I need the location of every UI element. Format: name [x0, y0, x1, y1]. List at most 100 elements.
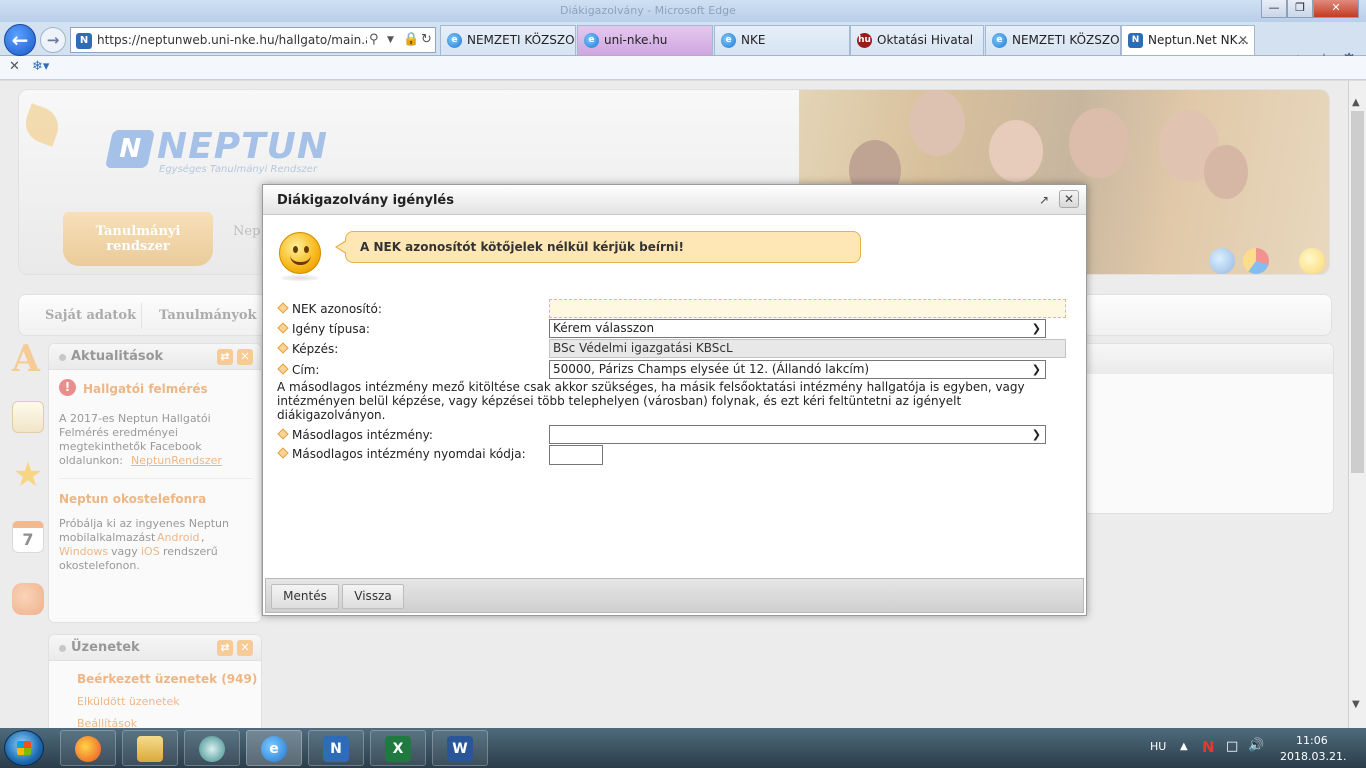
close-dialog-icon[interactable]: ✕: [1059, 190, 1079, 208]
search-icon[interactable]: ⚲: [369, 32, 379, 47]
taskbar-ie[interactable]: e: [246, 730, 302, 766]
address-label: Cím:: [277, 363, 319, 377]
secondary-institution-select[interactable]: ❯: [549, 425, 1046, 444]
page-scrollbar[interactable]: ▲ ▼: [1348, 81, 1366, 728]
refresh-icon[interactable]: ↻: [421, 32, 432, 47]
hu-icon: hu: [857, 33, 872, 48]
chevron-down-icon: ❯: [1031, 322, 1041, 335]
show-hidden-icons-icon[interactable]: ▲: [1180, 741, 1188, 752]
ie-icon: e: [584, 33, 599, 48]
site-favicon: N: [76, 33, 92, 49]
back-button[interactable]: Vissza: [342, 584, 404, 609]
save-button[interactable]: Mentés: [271, 584, 339, 609]
info-bubble: A NEK azonosítót kötőjelek nélkül kérjük…: [335, 231, 861, 263]
taskbar-word[interactable]: W: [432, 730, 488, 766]
address-select[interactable]: 50000, Párizs Champs elysée út 12. (Álla…: [549, 360, 1046, 379]
close-window-button[interactable]: ✕: [1313, 0, 1359, 18]
dialog-header: Diákigazolvány igénylés ↗ ✕: [263, 185, 1086, 215]
request-type-label: Igény típusa:: [277, 322, 370, 336]
secondary-institution-label: Másodlagos intézmény:: [277, 428, 433, 442]
volume-icon[interactable]: 🔊: [1248, 738, 1264, 753]
browser-tab[interactable]: e NKE: [714, 25, 850, 55]
browser-tab[interactable]: e uni-nke.hu: [577, 25, 713, 55]
browser-tab[interactable]: e NEMZETI KÖZSZO...: [985, 25, 1121, 55]
ie-icon: e: [447, 33, 462, 48]
student-id-dialog: Diákigazolvány igénylés ↗ ✕ A NEK azonos…: [262, 184, 1087, 616]
language-indicator[interactable]: HU: [1150, 740, 1166, 753]
training-label: Képzés:: [277, 342, 338, 356]
training-value: BSc Védelmi igazgatási KBScL: [549, 339, 1066, 358]
window-title: Diákigazolvány - Microsoft Edge: [560, 4, 736, 17]
close-tab-icon[interactable]: ✕: [1238, 26, 1248, 54]
taskbar-firefox[interactable]: [60, 730, 116, 766]
browser-tab[interactable]: hu Oktatási Hivatal: [850, 25, 984, 55]
nek-label: NEK azonosító:: [277, 302, 382, 316]
dropdown-icon[interactable]: ▼: [387, 35, 394, 45]
neptun-icon: N: [323, 736, 349, 762]
browser-tab[interactable]: e NEMZETI KÖZSZO...: [440, 25, 576, 55]
chevron-down-icon: ❯: [1031, 428, 1041, 441]
page-viewport: N NEPTUN Egységes Tanulmányi Rendszer Ta…: [0, 81, 1348, 728]
word-icon: W: [447, 736, 473, 762]
diamond-bullet-icon: [277, 447, 289, 459]
diamond-bullet-icon: [277, 342, 289, 354]
close-bar-icon[interactable]: ✕: [9, 59, 20, 74]
browser-tab-active[interactable]: N Neptun.Net NK... ✕: [1121, 25, 1255, 55]
neptun-icon: N: [1128, 33, 1143, 48]
app-icon: [199, 736, 225, 762]
scroll-down-icon[interactable]: ▼: [1352, 699, 1360, 710]
command-bar: ✕ ❄▾: [0, 56, 1366, 80]
ie-icon: e: [261, 736, 287, 762]
start-button[interactable]: [4, 730, 44, 766]
window-titlebar: Diákigazolvány - Microsoft Edge — ❐ ✕: [0, 0, 1366, 22]
smiley-icon: [279, 232, 321, 274]
tab-label: NEMZETI KÖZSZO...: [467, 33, 576, 47]
system-tray: HU ▲ N □ 🔊 11:06 2018.03.21.: [1140, 728, 1366, 768]
folder-icon: [137, 736, 163, 762]
nek-id-input[interactable]: [549, 299, 1066, 318]
windows-taskbar: e N X W HU ▲ N □ 🔊 11:06 2018.03.21.: [0, 728, 1366, 768]
diamond-bullet-icon: [277, 363, 289, 375]
minimize-button[interactable]: —: [1261, 0, 1287, 18]
tab-label: uni-nke.hu: [604, 33, 668, 47]
print-code-input[interactable]: [549, 445, 603, 465]
dialog-footer: Mentés Vissza: [265, 578, 1084, 613]
forward-button[interactable]: →: [40, 27, 66, 53]
browser-toolbar: ← → N https://neptunweb.uni-nke.hu/hallg…: [0, 22, 1366, 71]
ie-icon: e: [992, 33, 1007, 48]
scroll-up-icon[interactable]: ▲: [1352, 97, 1360, 108]
tab-label: NEMZETI KÖZSZO...: [1012, 33, 1121, 47]
clock-date[interactable]: 2018.03.21.: [1280, 750, 1346, 763]
n-app-icon[interactable]: N: [1202, 738, 1215, 756]
address-url[interactable]: https://neptunweb.uni-nke.hu/hallgato/ma…: [97, 33, 367, 47]
scrollbar-thumb[interactable]: [1351, 111, 1364, 473]
request-type-select[interactable]: Kérem válasszon ❯: [549, 319, 1046, 338]
taskbar-explorer[interactable]: [122, 730, 178, 766]
diamond-bullet-icon: [277, 428, 289, 440]
clock-time[interactable]: 11:06: [1296, 734, 1328, 747]
popout-icon[interactable]: ↗: [1039, 193, 1049, 207]
lock-icon: 🔒: [403, 32, 420, 47]
secondary-institution-note: A másodlagos intézmény mező kitöltése cs…: [277, 380, 1025, 422]
chevron-down-icon: ❯: [1031, 363, 1041, 376]
firefox-icon: [75, 736, 101, 762]
ie-icon: e: [721, 33, 736, 48]
print-code-label: Másodlagos intézmény nyomdai kódja:: [277, 447, 526, 461]
taskbar-excel[interactable]: X: [370, 730, 426, 766]
tab-label: NKE: [741, 33, 766, 47]
addon-icon[interactable]: ❄▾: [32, 59, 49, 74]
address-bar[interactable]: N https://neptunweb.uni-nke.hu/hallgato/…: [70, 27, 436, 53]
tab-label: Neptun.Net NK...: [1148, 33, 1249, 47]
tab-label: Oktatási Hivatal: [877, 33, 974, 47]
excel-icon: X: [385, 736, 411, 762]
diamond-bullet-icon: [277, 302, 289, 314]
info-bubble-text: A NEK azonosítót kötőjelek nélkül kérjük…: [360, 240, 685, 254]
smiley-shadow: [281, 275, 319, 281]
back-button[interactable]: ←: [4, 24, 36, 56]
diamond-bullet-icon: [277, 322, 289, 334]
dialog-title: Diákigazolvány igénylés: [277, 193, 454, 208]
taskbar-neptun[interactable]: N: [308, 730, 364, 766]
network-icon[interactable]: □: [1226, 739, 1238, 754]
maximize-button[interactable]: ❐: [1287, 0, 1313, 18]
taskbar-app[interactable]: [184, 730, 240, 766]
